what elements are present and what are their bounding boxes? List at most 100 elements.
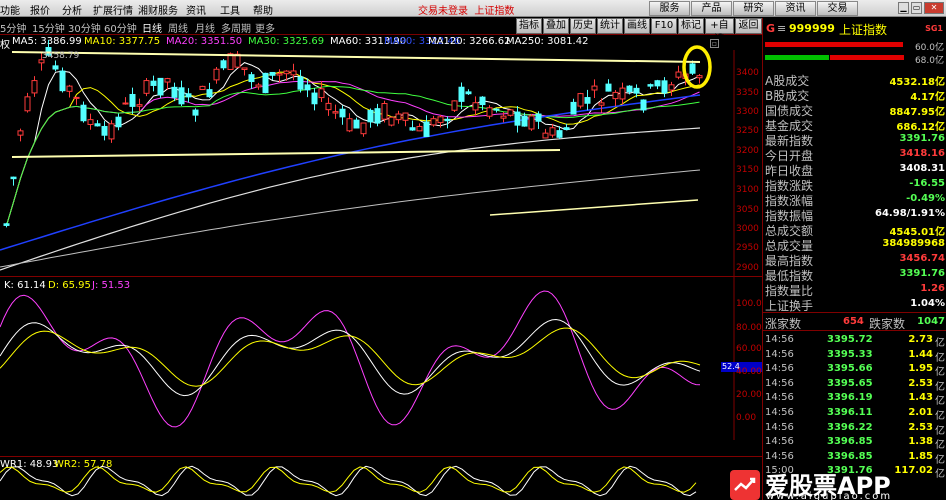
price-axis-label: 3300: [736, 107, 759, 117]
tick-price: 3396.11: [827, 407, 873, 418]
candle-body: [199, 85, 206, 91]
kdj-axis-label: 40.00: [736, 367, 762, 377]
ticks-divider: [763, 330, 946, 331]
kdj-axis-label: 80.00: [736, 323, 762, 333]
breadth-row: 涨家数 654 跌家数 1047: [763, 315, 946, 331]
quote-row: A股成交 4532.18亿: [763, 72, 946, 88]
tick-volume: 1.85: [908, 450, 933, 462]
kdj-axis-label: 0.00: [736, 413, 757, 423]
candle-body: [115, 116, 122, 128]
candle-body: [668, 84, 675, 91]
candle-body: [626, 85, 633, 93]
quote-row-value: 4532.18亿: [889, 77, 945, 88]
quote-row-value: 64.98/1.91%: [875, 208, 945, 219]
price-axis-label: 3250: [736, 126, 759, 136]
quote-row-value: 1.04%: [910, 298, 945, 309]
tick-unit: 亿: [935, 454, 945, 466]
tick-price: 3396.85: [827, 436, 873, 448]
quote-row: 上证换手 1.04%: [763, 297, 946, 313]
kdj-j-line: [0, 290, 701, 428]
candle-body: [633, 87, 640, 94]
quote-row: 总成交额 4545.01亿: [763, 222, 946, 238]
tick-row: 14:56 3395.66 1.95 亿: [763, 363, 946, 378]
stock-code: 999999: [789, 22, 835, 35]
candle-body: [472, 102, 479, 111]
tick-unit: 亿: [935, 440, 945, 452]
close-icon[interactable]: ✕: [924, 2, 944, 14]
ma60-line: [0, 169, 701, 268]
quote-row-value: 3391.76: [899, 133, 945, 144]
quote-row-value: 3418.16: [899, 148, 945, 159]
candle-body: [31, 80, 38, 94]
tick-time: 14:56: [765, 392, 794, 404]
price-axis-label: 3050: [736, 205, 759, 215]
quote-row: 指数涨幅 -0.49%: [763, 192, 946, 208]
quote-row-value: 1.26: [920, 283, 945, 294]
tick-row: 14:56 3396.85 1.85 亿: [763, 450, 946, 466]
maximize-icon[interactable]: ▭: [911, 2, 922, 14]
candle-body: [647, 84, 654, 87]
candle-body: [220, 60, 227, 69]
candle-body: [10, 176, 17, 180]
quote-row: 指数涨跌 -16.55: [763, 177, 946, 193]
candle-body: [402, 112, 409, 121]
quote-row-value: 8847.95亿: [889, 107, 945, 118]
top-button-news[interactable]: 资讯: [775, 1, 816, 16]
quote-row: 最高指数 3456.74: [763, 252, 946, 268]
quote-row: 基金成交 686.12亿: [763, 117, 946, 133]
candle-body: [486, 107, 493, 117]
quote-panel: G ≡ 999999 上证指数 SG1 60.0亿 68.0亿 A股成交 4532…: [762, 18, 946, 500]
candle-body: [59, 70, 66, 92]
tick-row: 14:56 3396.85 1.38 亿: [763, 436, 946, 452]
candle-body: [661, 80, 668, 94]
candle-body: [500, 115, 507, 119]
candle-body: [465, 91, 472, 95]
candle-body: [584, 97, 591, 104]
tick-volume: 1.43: [908, 392, 933, 404]
candle-body: [276, 73, 283, 76]
candle-body: [591, 85, 598, 91]
down-count-value: 1047: [917, 316, 945, 327]
quote-row: 最新指数 3391.76: [763, 132, 946, 148]
wr2-line: [0, 466, 697, 493]
candle-body: [514, 111, 521, 126]
minimize-icon[interactable]: ▁: [898, 2, 909, 14]
candle-body: [416, 125, 423, 132]
candle-body: [332, 111, 339, 114]
candle-body: [535, 113, 542, 122]
candle-body: [94, 123, 101, 127]
quote-row: B股成交 4.17亿: [763, 87, 946, 103]
tick-row: 14:56 3395.65 2.53 亿: [763, 378, 946, 393]
forecast-line: [489, 199, 699, 216]
wr-chart[interactable]: [0, 456, 762, 500]
quote-row: 今日开盘 3418.16: [763, 147, 946, 163]
candle-body: [542, 132, 549, 139]
candle-body: [437, 116, 444, 124]
price-axis-label: 3350: [736, 88, 759, 98]
candle-body: [325, 102, 332, 111]
candle-body: [206, 89, 213, 98]
tick-volume: 2.53: [908, 421, 933, 433]
quote-row-value: 4545.01亿: [889, 227, 945, 238]
candle-body: [290, 70, 297, 76]
candle-body: [689, 63, 696, 74]
brand-url: www.aigupiao.com: [766, 491, 893, 500]
top-button-trade[interactable]: 交易: [817, 1, 858, 16]
candle-body: [283, 70, 290, 75]
tick-unit: 亿: [935, 338, 945, 349]
candle-body: [367, 109, 374, 123]
menu-lines-icon[interactable]: ≡: [777, 22, 786, 35]
price-axis-label: 3400: [736, 68, 759, 78]
candle-body: [374, 108, 381, 124]
tick-price: 3396.22: [827, 421, 873, 433]
upper-trendline: [11, 51, 701, 63]
kdj-chart[interactable]: [0, 276, 762, 456]
candle-body: [297, 76, 304, 90]
quote-row: 国债成交 8847.95亿: [763, 102, 946, 118]
tick-volume: 1.95: [908, 363, 933, 375]
candle-body: [507, 109, 514, 116]
ma10-line: [6, 71, 700, 226]
quote-divider: [763, 312, 946, 313]
brand-logo-icon: [730, 470, 760, 500]
tick-row: 14:56 3396.19 1.43 亿: [763, 392, 946, 407]
